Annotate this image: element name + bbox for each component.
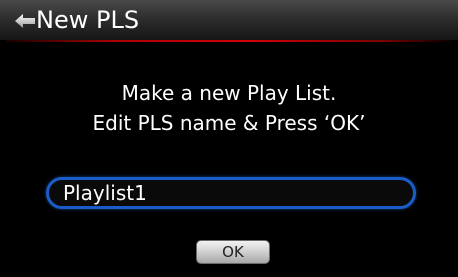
title-divider	[6, 40, 452, 42]
instruction-line-1: Make a new Play List.	[121, 81, 337, 105]
dialog-title: New PLS	[36, 6, 140, 34]
playlist-name-input[interactable]: Playlist1	[46, 177, 416, 209]
instruction-line-2: Edit PLS name & Press ‘OK’	[92, 111, 366, 135]
title-bar: New PLS	[0, 0, 458, 40]
playlist-name-value: Playlist1	[63, 181, 147, 205]
back-arrow-icon[interactable]	[14, 13, 36, 29]
ok-button[interactable]: OK	[196, 240, 270, 264]
